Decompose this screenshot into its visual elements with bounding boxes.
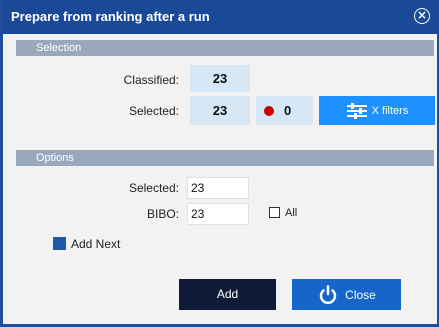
close-label: Close [345, 287, 376, 302]
red-count-box: 0 [256, 96, 313, 125]
power-icon [319, 284, 337, 304]
classified-value: 23 [190, 65, 250, 92]
close-button[interactable]: Close [292, 279, 401, 310]
options-selected-label: Selected: [128, 181, 179, 195]
all-label: All [285, 207, 298, 219]
bibo-label: BIBO: [146, 207, 179, 221]
x-filters-label: X filters [371, 104, 409, 117]
bibo-input[interactable]: 23 [187, 203, 249, 225]
add-next-checkbox[interactable] [53, 237, 66, 250]
x-filters-button[interactable]: X filters [319, 96, 435, 125]
close-circle-icon[interactable]: × [414, 8, 430, 24]
section-header-options: Options [16, 150, 434, 166]
prepare-dialog: Prepare from ranking after a run × Selec… [0, 0, 439, 327]
selected-label: Selected: [128, 104, 179, 118]
title-bar: Prepare from ranking after a run × [3, 0, 439, 34]
red-dot-icon [264, 106, 274, 116]
dialog-title: Prepare from ranking after a run [11, 9, 210, 24]
sliders-icon [346, 102, 367, 119]
section-header-selection: Selection [16, 40, 434, 56]
selected-value: 23 [190, 96, 250, 125]
all-checkbox[interactable] [269, 207, 280, 218]
red-count-value: 0 [284, 103, 292, 118]
add-next-label: Add Next [71, 237, 121, 251]
classified-label: Classified: [123, 73, 179, 87]
options-selected-input[interactable]: 23 [187, 177, 249, 199]
add-button[interactable]: Add [179, 279, 276, 310]
